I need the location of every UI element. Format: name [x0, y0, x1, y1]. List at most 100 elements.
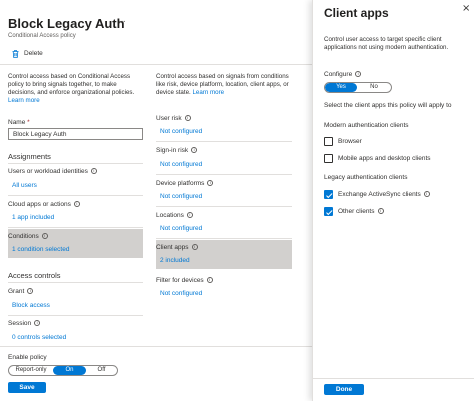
browser-label: Browser — [338, 138, 362, 145]
info-icon[interactable]: i — [34, 320, 41, 327]
policy-description-text: Control access based on Conditional Acce… — [8, 73, 135, 96]
save-button[interactable]: Save — [8, 382, 46, 393]
info-icon[interactable]: i — [377, 208, 384, 215]
page-subtitle: Conditional Access policy — [8, 33, 76, 39]
assignments-divider — [8, 163, 143, 164]
session-value-link[interactable]: 0 controls selected — [12, 334, 66, 341]
access-controls-divider — [8, 282, 143, 283]
configure-label: Configure i — [324, 71, 362, 78]
exchange-activesync-checkbox[interactable] — [324, 190, 333, 199]
info-icon[interactable]: i — [27, 288, 34, 295]
trash-icon — [12, 50, 19, 58]
client-apps-label: Client apps i — [156, 244, 198, 251]
client-apps-label-text: Client apps — [156, 244, 189, 251]
panel-footer-divider — [313, 378, 474, 379]
filter-devices-value-link[interactable]: Not configured — [160, 290, 202, 297]
cloud-apps-label: Cloud apps or actions i — [8, 201, 80, 208]
footer-divider — [0, 346, 312, 347]
info-icon[interactable]: i — [355, 71, 362, 78]
user-risk-value-link[interactable]: Not configured — [160, 128, 202, 135]
off-option[interactable]: Off — [86, 366, 117, 375]
panel-title: Client apps — [324, 6, 389, 20]
users-divider — [8, 195, 143, 196]
select-client-apps-prompt: Select the client apps this policy will … — [324, 102, 452, 109]
info-icon[interactable]: i — [41, 233, 48, 240]
page-title: Block Legacy Auth — [8, 16, 125, 31]
legacy-auth-heading: Legacy authentication clients — [324, 174, 408, 181]
close-icon[interactable]: × — [462, 3, 470, 14]
conditions-value-link[interactable]: 1 condition selected — [12, 246, 69, 253]
device-platforms-label-text: Device platforms — [156, 180, 205, 187]
info-icon[interactable]: i — [206, 277, 213, 284]
info-icon[interactable]: i — [186, 212, 193, 219]
conditions-row[interactable]: Conditions i 1 condition selected — [8, 229, 143, 258]
cloud-apps-label-text: Cloud apps or actions — [8, 201, 71, 208]
grant-value-link[interactable]: Block access — [12, 302, 50, 309]
locations-label: Locations i — [156, 212, 193, 219]
info-icon[interactable]: i — [207, 180, 214, 187]
other-clients-checkbox[interactable] — [324, 207, 333, 216]
configure-no-option[interactable]: No — [357, 83, 391, 92]
policy-description: Control access based on Conditional Acce… — [8, 73, 143, 105]
cloud-apps-divider — [8, 227, 143, 228]
access-controls-heading: Access controls — [8, 271, 61, 280]
conditions-learn-more-link[interactable]: Learn more — [192, 89, 224, 96]
learn-more-link[interactable]: Learn more — [8, 97, 40, 104]
toolbar-divider — [0, 64, 312, 65]
device-platforms-value-link[interactable]: Not configured — [160, 193, 202, 200]
assignments-heading: Assignments — [8, 152, 51, 161]
enable-policy-label: Enable policy — [8, 354, 47, 361]
session-label: Session i — [8, 320, 41, 327]
info-icon[interactable]: i — [184, 115, 191, 122]
grant-divider — [8, 315, 143, 316]
browser-checkbox[interactable] — [324, 137, 333, 146]
panel-description: Control user access to target specific c… — [324, 36, 449, 51]
configure-yes-option[interactable]: Yes — [325, 83, 357, 92]
device-platforms-divider — [156, 206, 292, 207]
info-icon[interactable]: i — [191, 147, 198, 154]
sign-in-risk-divider — [156, 174, 292, 175]
info-icon[interactable]: i — [191, 244, 198, 251]
info-icon[interactable]: i — [423, 191, 430, 198]
side-panel — [312, 0, 474, 401]
done-button[interactable]: Done — [324, 384, 364, 395]
users-label: Users or workload identities i — [8, 168, 97, 175]
info-icon[interactable]: i — [90, 168, 97, 175]
grant-label-text: Grant — [8, 288, 25, 295]
session-label-text: Session — [8, 320, 32, 327]
locations-value-link[interactable]: Not configured — [160, 225, 202, 232]
filter-devices-label-text: Filter for devices — [156, 277, 204, 284]
client-apps-row[interactable]: Client apps i 2 included — [156, 240, 292, 269]
name-input-value: Block Legacy Auth — [13, 131, 67, 138]
user-risk-label-text: User risk — [156, 115, 182, 122]
enable-policy-toggle[interactable]: Report-only On Off — [8, 365, 118, 376]
configure-toggle[interactable]: Yes No — [324, 82, 392, 93]
device-platforms-label: Device platforms i — [156, 180, 214, 187]
info-icon[interactable]: i — [73, 201, 80, 208]
exchange-activesync-label-text: Exchange ActiveSync clients — [338, 191, 421, 198]
conditions-label-text: Conditions — [8, 233, 39, 240]
mobile-desktop-label: Mobile apps and desktop clients — [338, 155, 431, 162]
other-clients-label-text: Other clients — [338, 208, 375, 215]
delete-label: Delete — [24, 50, 43, 57]
on-option[interactable]: On — [53, 366, 86, 375]
users-label-text: Users or workload identities — [8, 168, 88, 175]
locations-divider — [156, 238, 292, 239]
cloud-apps-value-link[interactable]: 1 app included — [12, 214, 54, 221]
name-label: Name * — [8, 119, 30, 126]
user-risk-divider — [156, 141, 292, 142]
modern-auth-heading: Modern authentication clients — [324, 122, 409, 129]
configure-label-text: Configure — [324, 71, 353, 78]
name-input[interactable]: Block Legacy Auth — [8, 128, 143, 140]
exchange-activesync-label: Exchange ActiveSync clients i — [338, 191, 430, 198]
required-marker: * — [27, 119, 30, 126]
mobile-desktop-checkbox[interactable] — [324, 154, 333, 163]
report-only-option[interactable]: Report-only — [9, 366, 53, 375]
grant-label: Grant i — [8, 288, 34, 295]
more-options-button[interactable]: ··· — [118, 16, 126, 27]
delete-button[interactable]: Delete — [12, 49, 52, 59]
sign-in-risk-value-link[interactable]: Not configured — [160, 161, 202, 168]
client-apps-value-link[interactable]: 2 included — [160, 257, 190, 264]
sign-in-risk-label: Sign-in risk i — [156, 147, 198, 154]
users-value-link[interactable]: All users — [12, 182, 37, 189]
